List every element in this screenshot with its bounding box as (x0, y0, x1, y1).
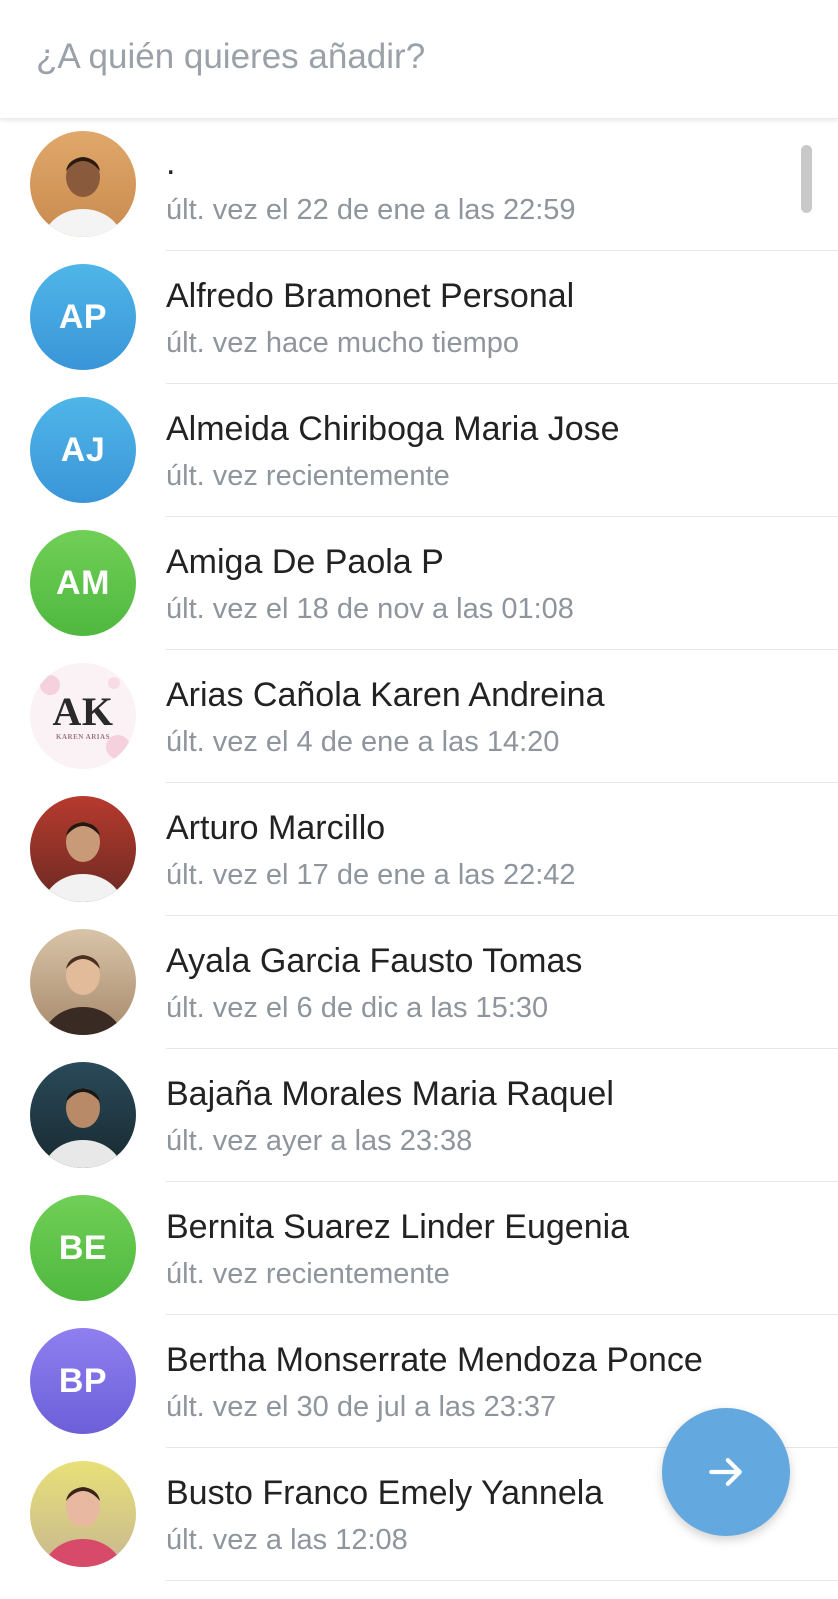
contact-row[interactable]: Arturo Marcillo últ. vez el 17 de ene a l… (0, 783, 838, 916)
contact-name: Ayala Garcia Fausto Tomas (166, 942, 583, 980)
svg-text:KAREN ARIAS: KAREN ARIAS (56, 733, 110, 741)
contact-last-seen: últ. vez el 17 de ene a las 22:42 (166, 859, 576, 891)
avatar-initials: AP (30, 264, 136, 370)
contact-row[interactable]: Ayala Garcia Fausto Tomas últ. vez el 6 d… (0, 916, 838, 1049)
contact-row[interactable]: AM Amiga De Paola P últ. vez el 18 de nov … (0, 517, 838, 650)
contact-name: . (166, 144, 176, 182)
avatar-photo (30, 929, 136, 1035)
avatar-initials-text: AM (56, 563, 110, 602)
contact-name: Amiga De Paola P (166, 543, 444, 581)
contact-name: Bajaña Morales Maria Raquel (166, 1075, 614, 1113)
avatar-initials: AJ (30, 397, 136, 503)
avatar-logo: AK KAREN ARIAS (30, 663, 136, 769)
search-input[interactable] (36, 30, 796, 84)
contact-name: Busto Franco Emely Yannela (166, 1474, 604, 1512)
contact-last-seen: últ. vez hace mucho tiempo (166, 327, 520, 359)
arrow-right-icon (709, 1457, 742, 1487)
contact-name: Bernita Suarez Linder Eugenia (166, 1208, 630, 1246)
row-divider (166, 1580, 838, 1581)
contact-last-seen: últ. vez a las 12:08 (166, 1524, 408, 1556)
contact-name: Arias Cañola Karen Andreina (166, 676, 605, 714)
contact-name: Almeida Chiriboga Maria Jose (166, 410, 620, 448)
add-members-screen: . últ. vez el 22 de ene a las 22:59 AP Alfr… (0, 0, 838, 1599)
avatar-initials: BE (30, 1195, 136, 1301)
contact-row[interactable]: BE Bernita Suarez Linder Eugenia últ. vez … (0, 1182, 838, 1315)
contact-last-seen: últ. vez recientemente (166, 460, 450, 492)
avatar-initials: BP (30, 1328, 136, 1434)
avatar-initials-text: AJ (60, 430, 106, 469)
avatar-initials-text: AP (58, 297, 108, 336)
avatar-photo (30, 1461, 136, 1567)
contact-last-seen: últ. vez el 18 de nov a las 01:08 (166, 593, 574, 625)
contact-row[interactable]: Bajaña Morales Maria Raquel últ. vez ayer… (0, 1049, 838, 1182)
next-button[interactable] (662, 1408, 790, 1536)
contact-last-seen: últ. vez el 22 de ene a las 22:59 (166, 194, 576, 226)
contact-last-seen: últ. vez el 30 de jul a las 23:37 (166, 1391, 557, 1423)
contact-last-seen: últ. vez el 4 de ene a las 14:20 (166, 726, 560, 758)
contact-row[interactable]: AJ Almeida Chiriboga Maria Jose últ. vez r… (0, 384, 838, 517)
avatar-photo (30, 131, 136, 237)
avatar-initials-text: BE (58, 1228, 108, 1267)
contact-name: Alfredo Bramonet Personal (166, 277, 575, 315)
contact-row[interactable]: AK KAREN ARIAS Arias Cañola Karen Andrei… (0, 650, 838, 783)
avatar-initials-text: BP (58, 1361, 108, 1400)
avatar-photo (30, 1062, 136, 1168)
contact-list[interactable]: . últ. vez el 22 de ene a las 22:59 AP Alfr… (0, 118, 838, 1599)
avatar-photo (30, 796, 136, 902)
scrollbar-thumb[interactable] (801, 145, 812, 213)
contact-last-seen: últ. vez el 6 de dic a las 15:30 (166, 992, 549, 1024)
svg-text:AK: AK (53, 689, 114, 734)
contact-last-seen: últ. vez ayer a las 23:38 (166, 1125, 473, 1157)
avatar-initials: AM (30, 530, 136, 636)
contact-name: Bertha Monserrate Mendoza Ponce (166, 1341, 703, 1379)
contact-row[interactable]: . últ. vez el 22 de ene a las 22:59 (0, 118, 838, 251)
contact-row[interactable]: AP Alfredo Bramonet Personal últ. vez hace… (0, 251, 838, 384)
contact-last-seen: últ. vez recientemente (166, 1258, 450, 1290)
search-bar (0, 0, 838, 119)
contact-name: Arturo Marcillo (166, 809, 386, 847)
